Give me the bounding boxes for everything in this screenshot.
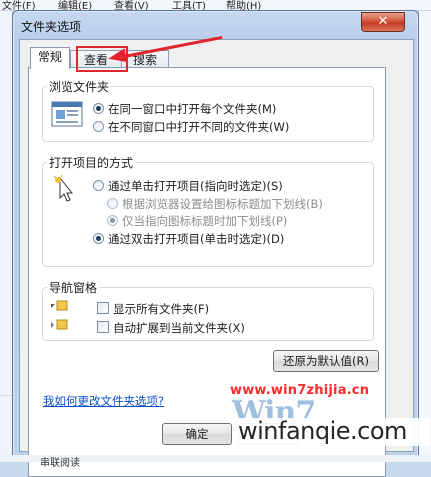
- checkbox-label: 显示所有文件夹(F): [113, 302, 210, 316]
- browse-folders-label: 浏览文件夹: [47, 78, 112, 95]
- restore-defaults-button[interactable]: 还原为默认值(R): [273, 350, 379, 372]
- navigation-pane-label: 导航窗格: [47, 279, 100, 296]
- help-link[interactable]: 我如何更改文件夹选项?: [43, 393, 164, 409]
- close-button[interactable]: ✕: [361, 12, 405, 32]
- radio-button[interactable]: [93, 233, 104, 244]
- watermark-site2: winfanqie.com: [238, 417, 407, 445]
- radio-single-click[interactable]: 通过单击打开项目(指向时选定)(S): [93, 178, 283, 194]
- checkbox[interactable]: [97, 302, 109, 314]
- radio-label: 根据浏览器设置给图标标题加下划线(B): [122, 197, 323, 211]
- check-auto-expand[interactable]: 自动扩展到当前文件夹(X): [97, 320, 245, 336]
- radio-button[interactable]: [93, 121, 104, 132]
- radio-same-window[interactable]: 在同一窗口中打开每个文件夹(M): [93, 101, 276, 117]
- radio-label: 在不同窗口中打开不同的文件夹(W): [108, 120, 290, 134]
- close-icon: ✕: [377, 14, 389, 29]
- radio-label: 通过双击打开项目(单击时选定)(D): [108, 232, 285, 246]
- check-show-all-folders[interactable]: 显示所有文件夹(F): [97, 301, 209, 317]
- radio-underline-browser[interactable]: 根据浏览器设置给图标标题加下划线(B): [107, 196, 323, 212]
- folder-tree-icon: [51, 300, 68, 330]
- radio-underline-point[interactable]: 仅当指向图标标题时加下划线(P): [107, 213, 287, 229]
- tab-panel-general: 浏览文件夹 在同一窗口中打开每个文件夹(M) 在不同窗口中打开不同的文件夹(W)…: [28, 67, 386, 477]
- open-items-label: 打开项目的方式: [47, 154, 136, 171]
- radio-button[interactable]: [107, 198, 118, 209]
- radio-button[interactable]: [93, 103, 104, 114]
- radio-button[interactable]: [93, 180, 104, 191]
- tab-general[interactable]: 常规: [30, 47, 70, 69]
- window-icon: [51, 101, 83, 127]
- checkbox-label: 自动扩展到当前文件夹(X): [113, 321, 245, 335]
- tab-general-label: 常规: [37, 50, 62, 64]
- pointer-click-icon: [53, 174, 74, 202]
- radio-label: 仅当指向图标标题时加下划线(P): [122, 214, 288, 228]
- checkbox[interactable]: [97, 321, 109, 333]
- dialog-title: 文件夹选项: [21, 20, 82, 34]
- ok-button[interactable]: 确定: [162, 423, 232, 445]
- explorer-right-pane: [418, 11, 431, 462]
- radio-label: 在同一窗口中打开每个文件夹(M): [108, 102, 277, 116]
- radio-label: 通过单击打开项目(指向时选定)(S): [108, 179, 283, 193]
- radio-button[interactable]: [107, 215, 118, 226]
- radio-double-click[interactable]: 通过双击打开项目(单击时选定)(D): [93, 231, 284, 247]
- radio-different-window[interactable]: 在不同窗口中打开不同的文件夹(W): [93, 119, 289, 135]
